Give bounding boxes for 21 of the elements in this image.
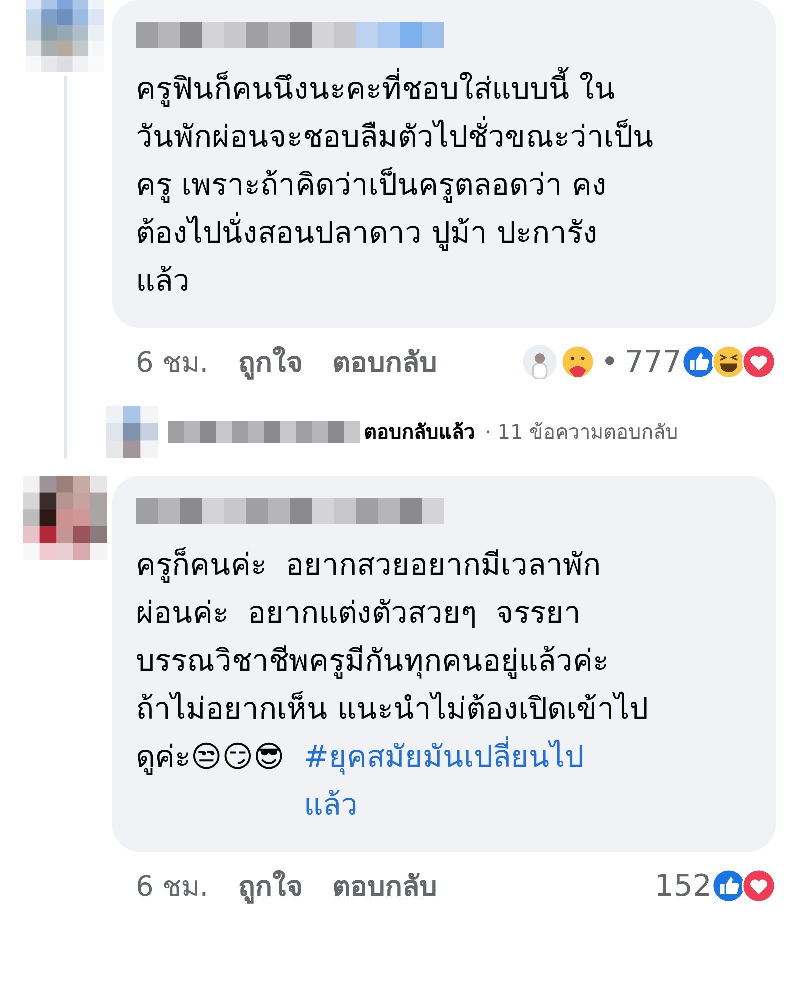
reply-avatar[interactable]	[106, 406, 158, 458]
reaction-count[interactable]: 152	[654, 868, 712, 904]
like-button[interactable]: ถูกใจ	[238, 340, 303, 384]
comment-text: ครูฟินก็คนนึงนะคะที่ชอบใส่แบบนี้ ใน วันพักผ่อนจะชอบลืมตัวไปชั่วขณะว่าเป็น ครู เพราะถ้าคิดว่าเป็นครูตลอดว่า คง ต้องไปนั่งสอนปลาดาว ปูม้า ปะการัง แล้ว	[136, 66, 752, 306]
comment-time[interactable]: 6 ชม.	[136, 340, 209, 384]
user-photo-icon	[523, 345, 558, 379]
separator-dot: •	[601, 344, 619, 380]
replies-link[interactable]: ตอบกลับแล้ว	[364, 416, 475, 448]
hashtag-link[interactable]: #ยุคสมัยมันเปลี่ยนไป แล้ว	[304, 734, 584, 830]
comment-text: ครูก็คนค่ะ อยากสวยอยากมีเวลาพัก ผ่อนค่ะ อยากแต่งตัวสวยๆ จรรยา บรรณวิชาชีพครูมีกันทุกคนอยู่แล้วค่ะ ถ้าไม่อยากเห็น แนะนำไม่ต้องเปิดเข้าไป ดูค่ะ😒😏😎 #ยุคสมัยมันเปลี่ยนไป แล้ว	[136, 542, 752, 830]
like-button[interactable]: ถูกใจ	[238, 864, 303, 908]
care-emoji-icon	[561, 345, 596, 379]
replies-count-link[interactable]: · 11 ข้อความตอบกลับ	[485, 416, 679, 448]
like-icon	[712, 869, 746, 903]
like-icon	[682, 345, 716, 379]
laughing-emoji-icon	[712, 345, 746, 379]
reaction-count[interactable]: 777	[624, 344, 682, 380]
avatar[interactable]	[23, 476, 107, 560]
reply-button[interactable]: ตอบกลับ	[332, 864, 438, 908]
reply-button[interactable]: ตอบกลับ	[332, 340, 438, 384]
comment-time[interactable]: 6 ชม.	[136, 864, 209, 908]
